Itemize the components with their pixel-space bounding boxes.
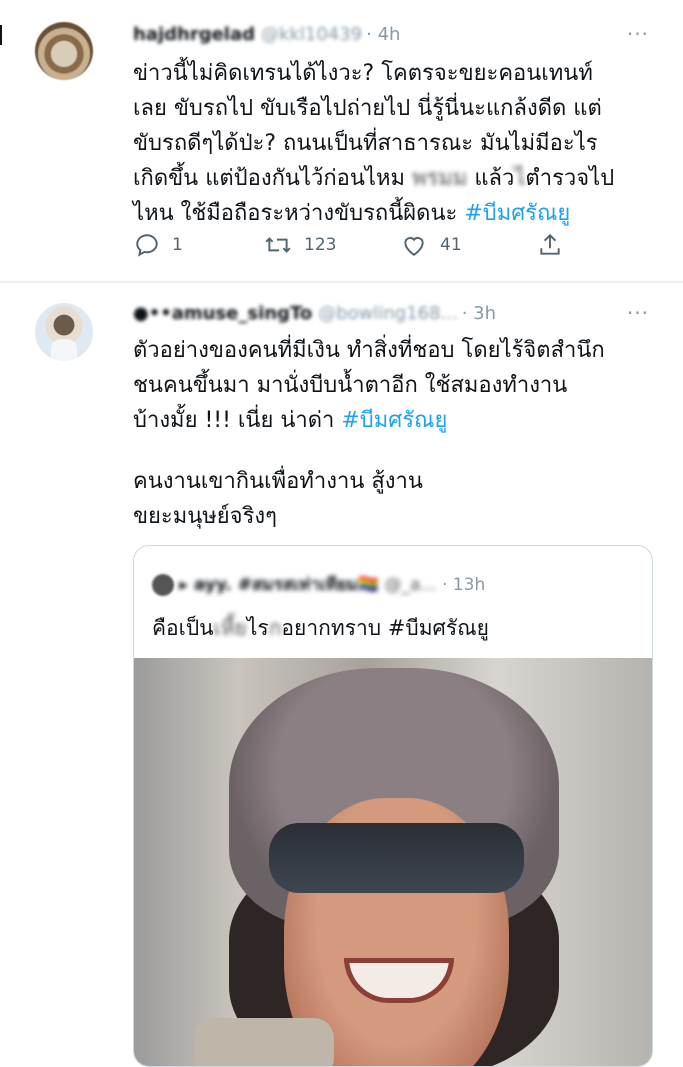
author-handle[interactable]: @bowling168... [318,303,458,324]
tweet-1[interactable]: hajdhrgelad @kkl10439 · 4h ··· ข่าวนี้ไม่ค… [0,0,683,282]
share-button[interactable] [537,232,575,258]
sunglasses [269,823,524,893]
avatar[interactable] [35,22,93,80]
more-options-icon[interactable]: ··· [627,22,649,46]
quoted-avatar [152,574,174,596]
avatar[interactable] [35,303,93,361]
quoted-tweet-text: คือเป็นเหี้ยไรกอยากทราบ #บีมศรัณยู [152,616,489,640]
author-name[interactable]: hajdhrgelad [133,24,255,45]
quoted-tweet-header: ▸ ayy. #สมรสเท่าเทียม🏳️‍🌈 @_a... · 13h [152,571,485,598]
tweet-text-continued: คนงานเขากินเพื่อทำงาน สู้งาน ขยะมนุษย์จร… [133,469,423,529]
retweet-icon [265,237,291,253]
tweet-text: ข่าวนี้ไม่คิดเทรนได้ไงวะ? โคตรจะขยะคอนเท… [133,61,615,226]
like-icon [404,237,424,256]
retweet-count: 123 [304,235,337,255]
tweet-actions: 1 123 41 [134,232,604,262]
quoted-media-photo[interactable] [134,658,652,1066]
hashtag-link[interactable]: #บีมศรัณยู [341,408,447,433]
like-count: 41 [440,235,462,255]
tweet-text: ตัวอย่างของคนที่มีเงิน ทำสิ่งที่ชอบ โดยไ… [133,338,605,433]
tweet-header: hajdhrgelad @kkl10439 · 4h [133,24,400,45]
reply-button[interactable]: 1 [134,232,183,258]
blurred-word: เหี้ย [213,616,247,640]
like-button[interactable]: 41 [400,232,462,258]
quoted-tweet[interactable]: ▸ ayy. #สมรสเท่าเทียม🏳️‍🌈 @_a... · 13h ค… [133,545,653,1067]
blurred-word: ก [268,616,282,640]
tweet-header: ●••amuse_singTo @bowling168... · 3h [133,303,496,324]
hashtag-text: #บีมศรัณยู [387,616,489,640]
quoted-timestamp: · 13h [442,575,486,595]
reply-count: 1 [172,235,183,255]
retweet-button[interactable]: 123 [264,232,336,258]
blurred-word: พรมม [412,166,468,191]
author-handle[interactable]: @kkl10439 [261,24,362,45]
quoted-author-name: ▸ ayy. #สมรสเท่าเทียม🏳️‍🌈 [179,575,380,595]
blurred-word: ไ [514,166,526,191]
reply-icon [136,234,158,257]
timestamp[interactable]: · 4h [366,24,400,45]
hashtag-link[interactable]: #บีมศรัณยู [464,201,570,226]
share-icon [540,233,560,255]
quoted-author-handle: @_a... [384,575,437,595]
author-name[interactable]: ●••amuse_singTo [133,303,312,324]
more-options-icon[interactable]: ··· [627,301,649,325]
timestamp[interactable]: · 3h [462,303,496,324]
